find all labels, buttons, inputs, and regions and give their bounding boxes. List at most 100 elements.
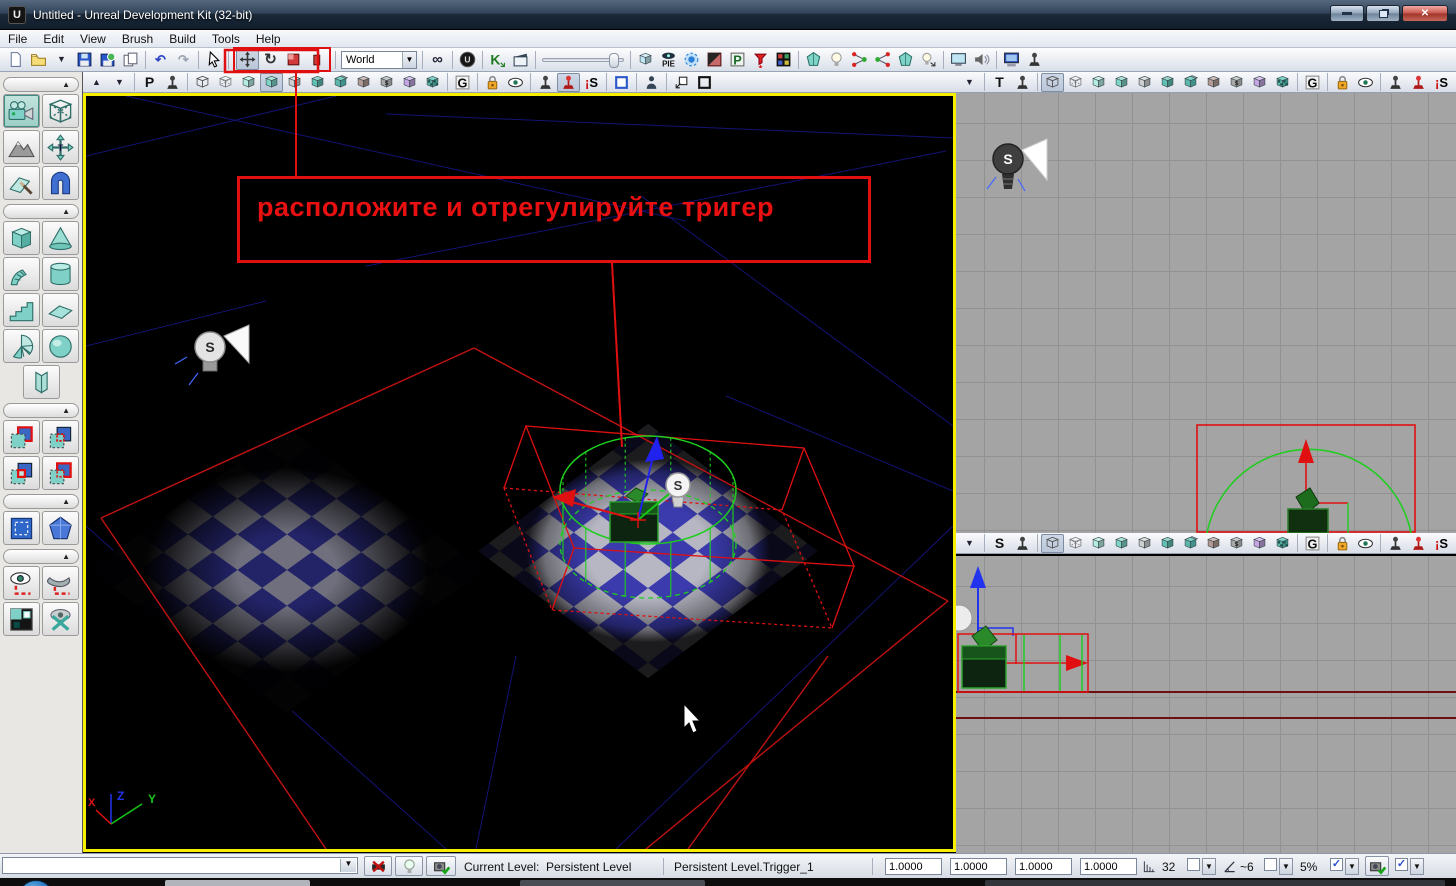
open-kismet-button[interactable]: K (486, 49, 509, 70)
brush-spiral-stair-button[interactable] (3, 329, 40, 363)
brush-cube-button[interactable] (3, 221, 40, 255)
viewmode-shader-complexity-button[interactable]: s (1225, 534, 1248, 553)
viewmode-detail-lighting-button[interactable] (1133, 534, 1156, 553)
coordinate-system-select[interactable]: World▼ (341, 51, 417, 69)
invert-selection-button[interactable] (3, 602, 40, 636)
viewmode-texture-density-button[interactable] (1202, 73, 1225, 92)
lock-viewport-button[interactable] (1331, 73, 1354, 92)
stats-toggle-button[interactable]: ¡S (1430, 534, 1453, 553)
drag-grid-dropdown[interactable]: ▼ (1202, 858, 1216, 875)
viewport-type-label[interactable]: S (988, 534, 1011, 553)
undo-button[interactable]: ↶ (149, 49, 172, 70)
brush-curved-stair-button[interactable] (3, 257, 40, 291)
viewmode-lighting-only-button[interactable] (306, 73, 329, 92)
clear-level-button[interactable] (364, 856, 392, 876)
taskbar-item[interactable] (165, 880, 310, 886)
show-selected-button[interactable] (3, 566, 40, 600)
drawscale-y-field[interactable] (950, 858, 1007, 875)
speaker-actor[interactable] (956, 605, 972, 631)
realtime-toggle-button[interactable] (534, 73, 557, 92)
open-recent-dropdown-button[interactable]: ▼ (50, 49, 73, 70)
save-all-button[interactable] (96, 49, 119, 70)
geometry-mode-button[interactable] (42, 94, 79, 128)
drawscale-z-field[interactable] (1015, 858, 1072, 875)
start-button[interactable] (18, 880, 54, 886)
menu-brush[interactable]: Brush (114, 31, 161, 47)
show-flags-button[interactable] (1354, 534, 1377, 553)
viewmode-detail-lighting-button[interactable] (1133, 73, 1156, 92)
toggle-sockets-button[interactable] (749, 49, 772, 70)
scale-grid-dropdown[interactable]: ▼ (1345, 858, 1359, 875)
viewmode-lightmap-density-button[interactable] (398, 73, 421, 92)
side-viewport[interactable] (956, 556, 1456, 853)
viewmode-lightmap-density-button[interactable] (1248, 73, 1271, 92)
texture-rotate-mode-button[interactable] (3, 166, 40, 200)
lighting-build-button[interactable] (395, 856, 423, 876)
show-flags-button[interactable] (504, 73, 527, 92)
realtime-audio-toggle-button[interactable] (557, 73, 580, 92)
drawscale-field[interactable] (1080, 858, 1137, 875)
scale-tool-button[interactable] (282, 49, 305, 70)
viewmode-unlit-button[interactable] (1087, 534, 1110, 553)
viewmode-light-complexity-button[interactable] (1179, 73, 1202, 92)
show-flags-button[interactable] (1354, 73, 1377, 92)
menu-build[interactable]: Build (161, 31, 204, 47)
viewport-type-label[interactable]: T (988, 73, 1011, 92)
brush-cylinder-button[interactable] (42, 257, 79, 291)
windows-taskbar[interactable] (0, 878, 1456, 886)
redo-button[interactable]: ↷ (172, 49, 195, 70)
lock-viewport-button[interactable] (481, 73, 504, 92)
autosave-dropdown[interactable]: ▼ (1410, 858, 1424, 875)
camera-speed-slider[interactable] (542, 51, 624, 69)
stats-toggle-button[interactable]: ¡S (1430, 73, 1453, 92)
build-all-button[interactable] (894, 49, 917, 70)
viewport-options-dropdown-button[interactable]: ▼ (958, 73, 981, 92)
viewmode-brush-wireframe-button[interactable] (1064, 534, 1087, 553)
realtime-audio-toggle-button[interactable] (1407, 534, 1430, 553)
viewport-type-label[interactable]: P (138, 73, 161, 92)
brush-linear-stair-button[interactable] (3, 293, 40, 327)
viewmode-texture-density-button[interactable] (1202, 534, 1225, 553)
autosave-toggle-button[interactable] (1365, 856, 1389, 876)
toggle-prefab-lock-button[interactable]: P (726, 49, 749, 70)
viewmode-texture-density-button[interactable] (352, 73, 375, 92)
save-copy-button[interactable] (119, 49, 142, 70)
scale-nonuniform-tool-button[interactable] (305, 49, 328, 70)
game-view-toggle-button[interactable]: G (1301, 534, 1324, 553)
save-map-button[interactable] (73, 49, 96, 70)
rotate-tool-button[interactable]: ↻ (259, 49, 282, 70)
static-mesh-mode-button[interactable] (42, 166, 79, 200)
terrain-mode-button[interactable] (3, 130, 40, 164)
build-lighting-button[interactable] (825, 49, 848, 70)
find-actors-button[interactable]: ∞ (426, 49, 449, 70)
level-visibility-button[interactable] (426, 856, 456, 876)
maximize-viewport-button[interactable] (693, 73, 716, 92)
viewmode-reflections-button[interactable] (1271, 534, 1294, 553)
toolbox-section-collapse[interactable]: ▲ (3, 549, 79, 564)
add-volume-button[interactable] (42, 511, 79, 545)
toggle-brush-polys-button[interactable] (703, 49, 726, 70)
stats-toggle-button[interactable]: ¡S (580, 73, 603, 92)
select-mode-button[interactable] (3, 511, 40, 545)
csg-deintersect-button[interactable] (42, 456, 79, 490)
viewmode-lit-button[interactable] (1110, 534, 1133, 553)
play-on-console-button[interactable] (1023, 49, 1046, 70)
new-map-button[interactable] (4, 49, 27, 70)
toolbox-section-collapse[interactable]: ▲ (3, 494, 79, 509)
play-in-editor-button[interactable]: PIE (657, 49, 680, 70)
build-cover-button[interactable] (871, 49, 894, 70)
restore-viewport-button[interactable] (670, 73, 693, 92)
viewmode-unlit-button[interactable] (237, 73, 260, 92)
viewport-realtime-button[interactable] (1011, 73, 1034, 92)
hide-selected-button[interactable] (42, 566, 79, 600)
viewmode-wireframe-button[interactable] (1041, 534, 1064, 553)
open-map-button[interactable] (27, 49, 50, 70)
game-view-toggle-button[interactable]: G (1301, 73, 1324, 92)
restore-button[interactable] (1366, 5, 1400, 22)
csg-intersect-button[interactable] (3, 456, 40, 490)
minimize-button[interactable] (1330, 5, 1364, 22)
toolbox-section-collapse[interactable]: ▲ (3, 77, 79, 92)
close-button[interactable]: ✕ (1402, 5, 1448, 22)
toolbox-section-collapse[interactable]: ▲ (3, 403, 79, 418)
csg-add-button[interactable] (3, 420, 40, 454)
